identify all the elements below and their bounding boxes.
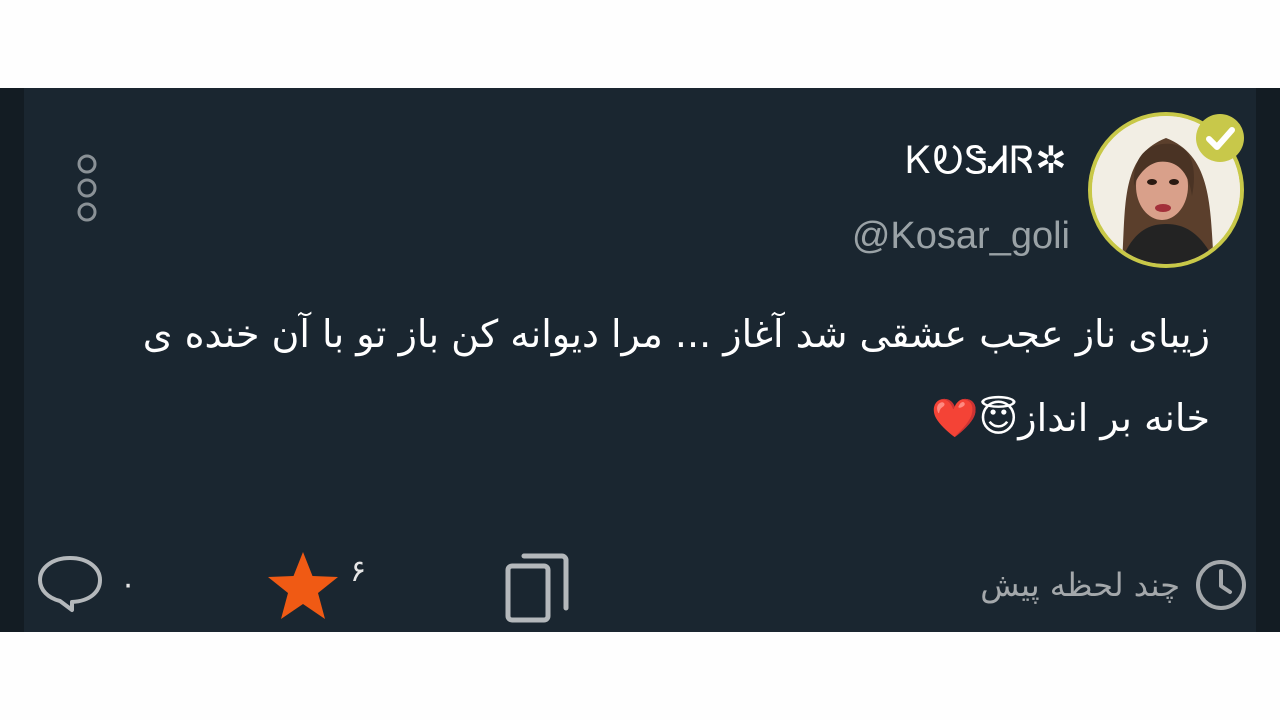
favorite-button[interactable]: ۶: [264, 548, 366, 624]
verified-check-icon: [1194, 112, 1246, 164]
speech-bubble-icon: [38, 556, 102, 612]
reply-count: ۰: [120, 566, 137, 602]
reply-button[interactable]: ۰: [34, 552, 136, 616]
tweet-text: زیبای ناز عجب عشقی شد آغاز ... مرا دیوان…: [142, 312, 1210, 440]
timestamp: چند لحظه پیش: [980, 566, 1180, 604]
user-handle[interactable]: @Kosar_goli: [852, 212, 1070, 260]
favorite-count: ۶: [350, 553, 367, 589]
clock-icon: [1196, 560, 1246, 610]
copy-button[interactable]: [502, 548, 572, 626]
tweet-card: ᏦᎧᏕᏗᏒ✲ @Kosar_goli زیبای ناز عجب عشقی شد…: [0, 88, 1280, 632]
more-vertical-icon: [77, 154, 97, 222]
more-options-button[interactable]: [72, 154, 102, 230]
timestamp-row: چند لحظه پیش: [980, 558, 1248, 612]
display-name[interactable]: ᏦᎧᏕᏗᏒ✲: [906, 136, 1068, 184]
copy-icon: [505, 553, 569, 623]
star-icon: [268, 552, 338, 619]
